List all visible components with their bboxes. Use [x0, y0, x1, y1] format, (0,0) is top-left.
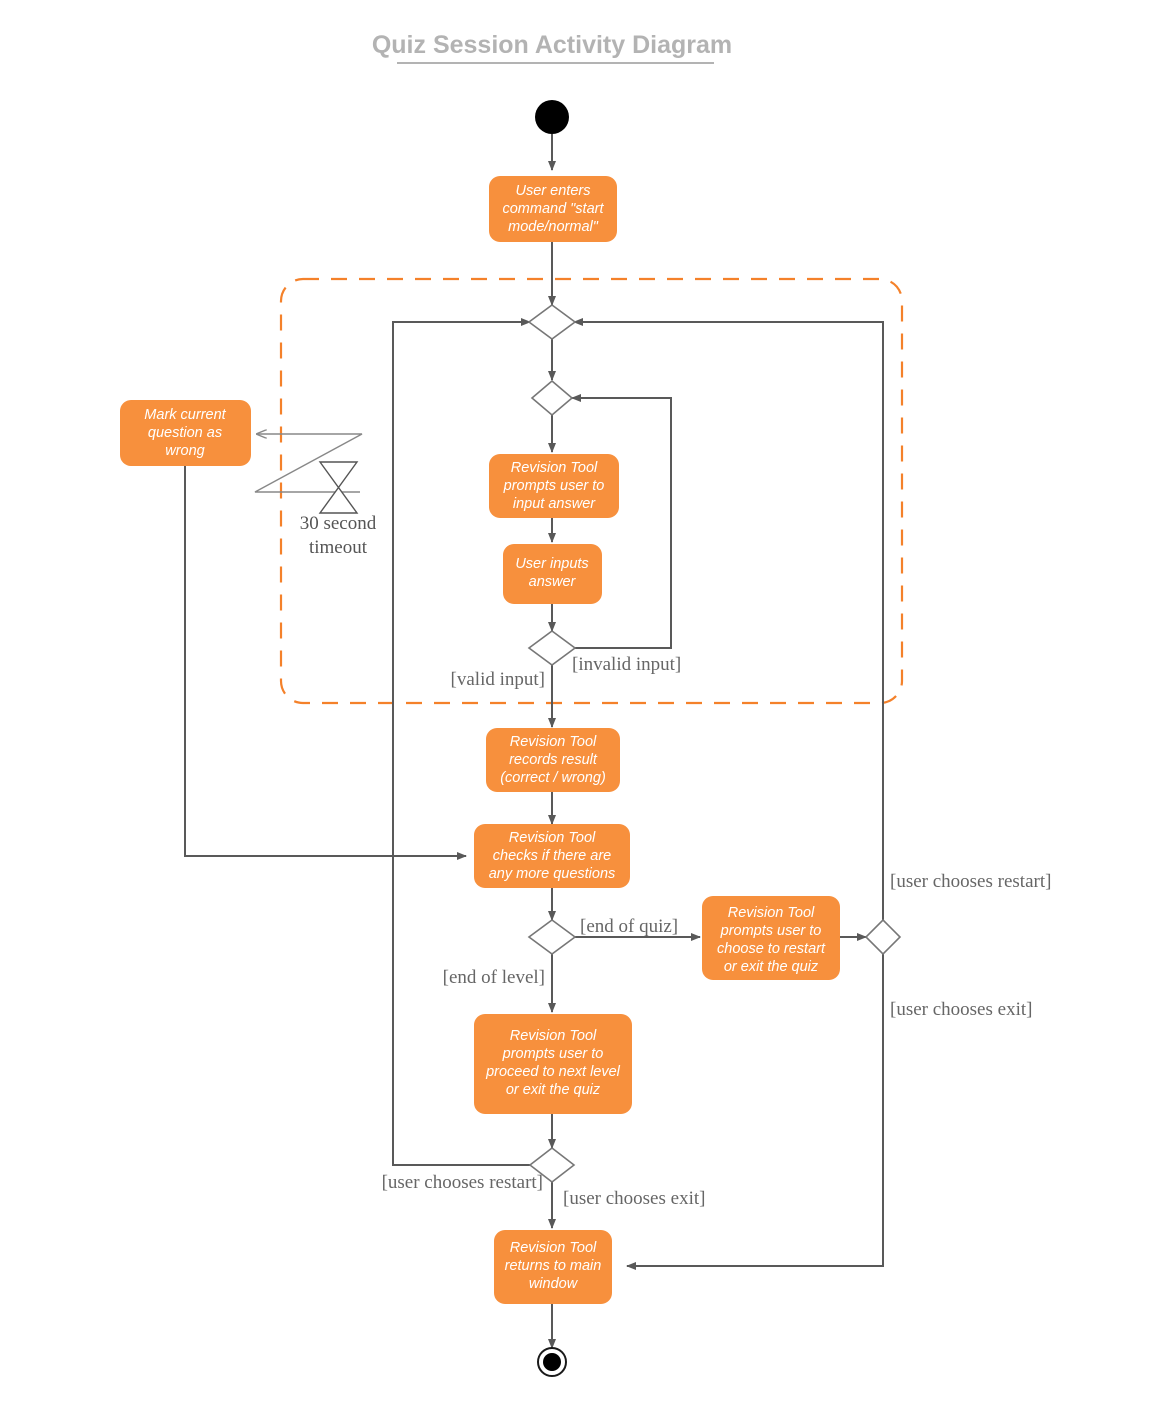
guard-end-of-quiz: [end of quiz]: [580, 916, 678, 937]
prompt-restart-exit-line1: Revision Tool: [728, 905, 815, 921]
prompt-restart-exit-line3: choose to restart: [717, 941, 826, 957]
edge-invalid-input-loop: [571, 394, 672, 649]
guard-user-chooses-restart-bottom: [user chooses restart]: [382, 1172, 543, 1193]
activity-node-enter-command[interactable]: User enters command "start mode/normal": [489, 176, 617, 242]
prompt-restart-exit-line4: or exit the quiz: [724, 959, 819, 975]
timeout-label-line2: timeout: [309, 537, 368, 558]
prompt-answer-line2: prompts user to: [503, 478, 605, 494]
returns-main-line2: returns to main: [505, 1258, 602, 1274]
prompt-restart-exit-line2: prompts user to: [720, 923, 822, 939]
decision-node-input-validity: [527, 630, 577, 666]
enter-command-line1: User enters: [516, 183, 591, 199]
user-inputs-line2: answer: [529, 574, 577, 590]
enter-command-line2: command "start: [502, 201, 604, 217]
returns-main-line1: Revision Tool: [510, 1240, 597, 1256]
records-result-line2: records result: [509, 752, 598, 768]
guard-invalid-input: [invalid input]: [572, 654, 681, 675]
merge-node-answer-retry: [530, 379, 574, 417]
checks-questions-line3: any more questions: [489, 866, 616, 882]
activity-diagram-canvas: Quiz Session Activity Diagram 30 second …: [0, 0, 1154, 1396]
prompt-answer-line3: input answer: [513, 496, 596, 512]
activity-node-prompt-answer[interactable]: Revision Tool prompts user to input answ…: [489, 454, 619, 518]
enter-command-line3: mode/normal": [508, 219, 599, 235]
user-inputs-line1: User inputs: [515, 556, 588, 572]
checks-questions-line1: Revision Tool: [509, 830, 596, 846]
guard-user-chooses-restart-right: [user chooses restart]: [890, 871, 1051, 892]
activity-node-checks-questions[interactable]: Revision Tool checks if there are any mo…: [474, 824, 630, 888]
records-result-line1: Revision Tool: [510, 734, 597, 750]
initial-node: [535, 100, 569, 134]
decision-node-restart-or-exit-quiz: [864, 918, 902, 956]
activity-node-returns-main[interactable]: Revision Tool returns to main window: [494, 1230, 612, 1304]
mark-wrong-line3: wrong: [165, 443, 205, 459]
timeout-label-line1: 30 second: [300, 513, 377, 534]
prompt-next-level-line2: prompts user to: [502, 1046, 604, 1062]
prompt-next-level-line1: Revision Tool: [510, 1028, 597, 1044]
edge-right-exit-to-returns-main: [626, 954, 884, 1270]
records-result-line3: (correct / wrong): [500, 770, 606, 786]
final-node: [537, 1347, 567, 1377]
guard-end-of-level: [end of level]: [443, 967, 545, 988]
final-node-core: [543, 1353, 561, 1371]
activity-node-prompt-restart-exit[interactable]: Revision Tool prompts user to choose to …: [702, 896, 840, 980]
guard-user-chooses-exit-right: [user chooses exit]: [890, 999, 1032, 1020]
activity-node-prompt-next-level[interactable]: Revision Tool prompts user to proceed to…: [474, 1014, 632, 1114]
prompt-next-level-line4: or exit the quiz: [506, 1082, 601, 1098]
mark-wrong-line1: Mark current: [144, 407, 226, 423]
activity-node-records-result[interactable]: Revision Tool records result (correct / …: [486, 728, 620, 792]
activity-node-mark-wrong[interactable]: Mark current question as wrong: [120, 400, 251, 466]
returns-main-line3: window: [529, 1276, 579, 1292]
merge-node-loop-entry: [527, 304, 577, 340]
page-title: Quiz Session Activity Diagram: [372, 31, 732, 59]
guard-user-chooses-exit-bottom: [user chooses exit]: [563, 1188, 705, 1209]
mark-wrong-line2: question as: [148, 425, 222, 441]
prompt-answer-line1: Revision Tool: [511, 460, 598, 476]
decision-node-quiz-or-level-end: [527, 919, 577, 955]
guard-valid-input: [valid input]: [451, 669, 545, 690]
activity-node-user-inputs[interactable]: User inputs answer: [503, 544, 602, 604]
prompt-next-level-line3: proceed to next level: [485, 1064, 621, 1080]
checks-questions-line2: checks if there are: [493, 848, 611, 864]
hourglass-timeout-icon: [318, 461, 359, 514]
